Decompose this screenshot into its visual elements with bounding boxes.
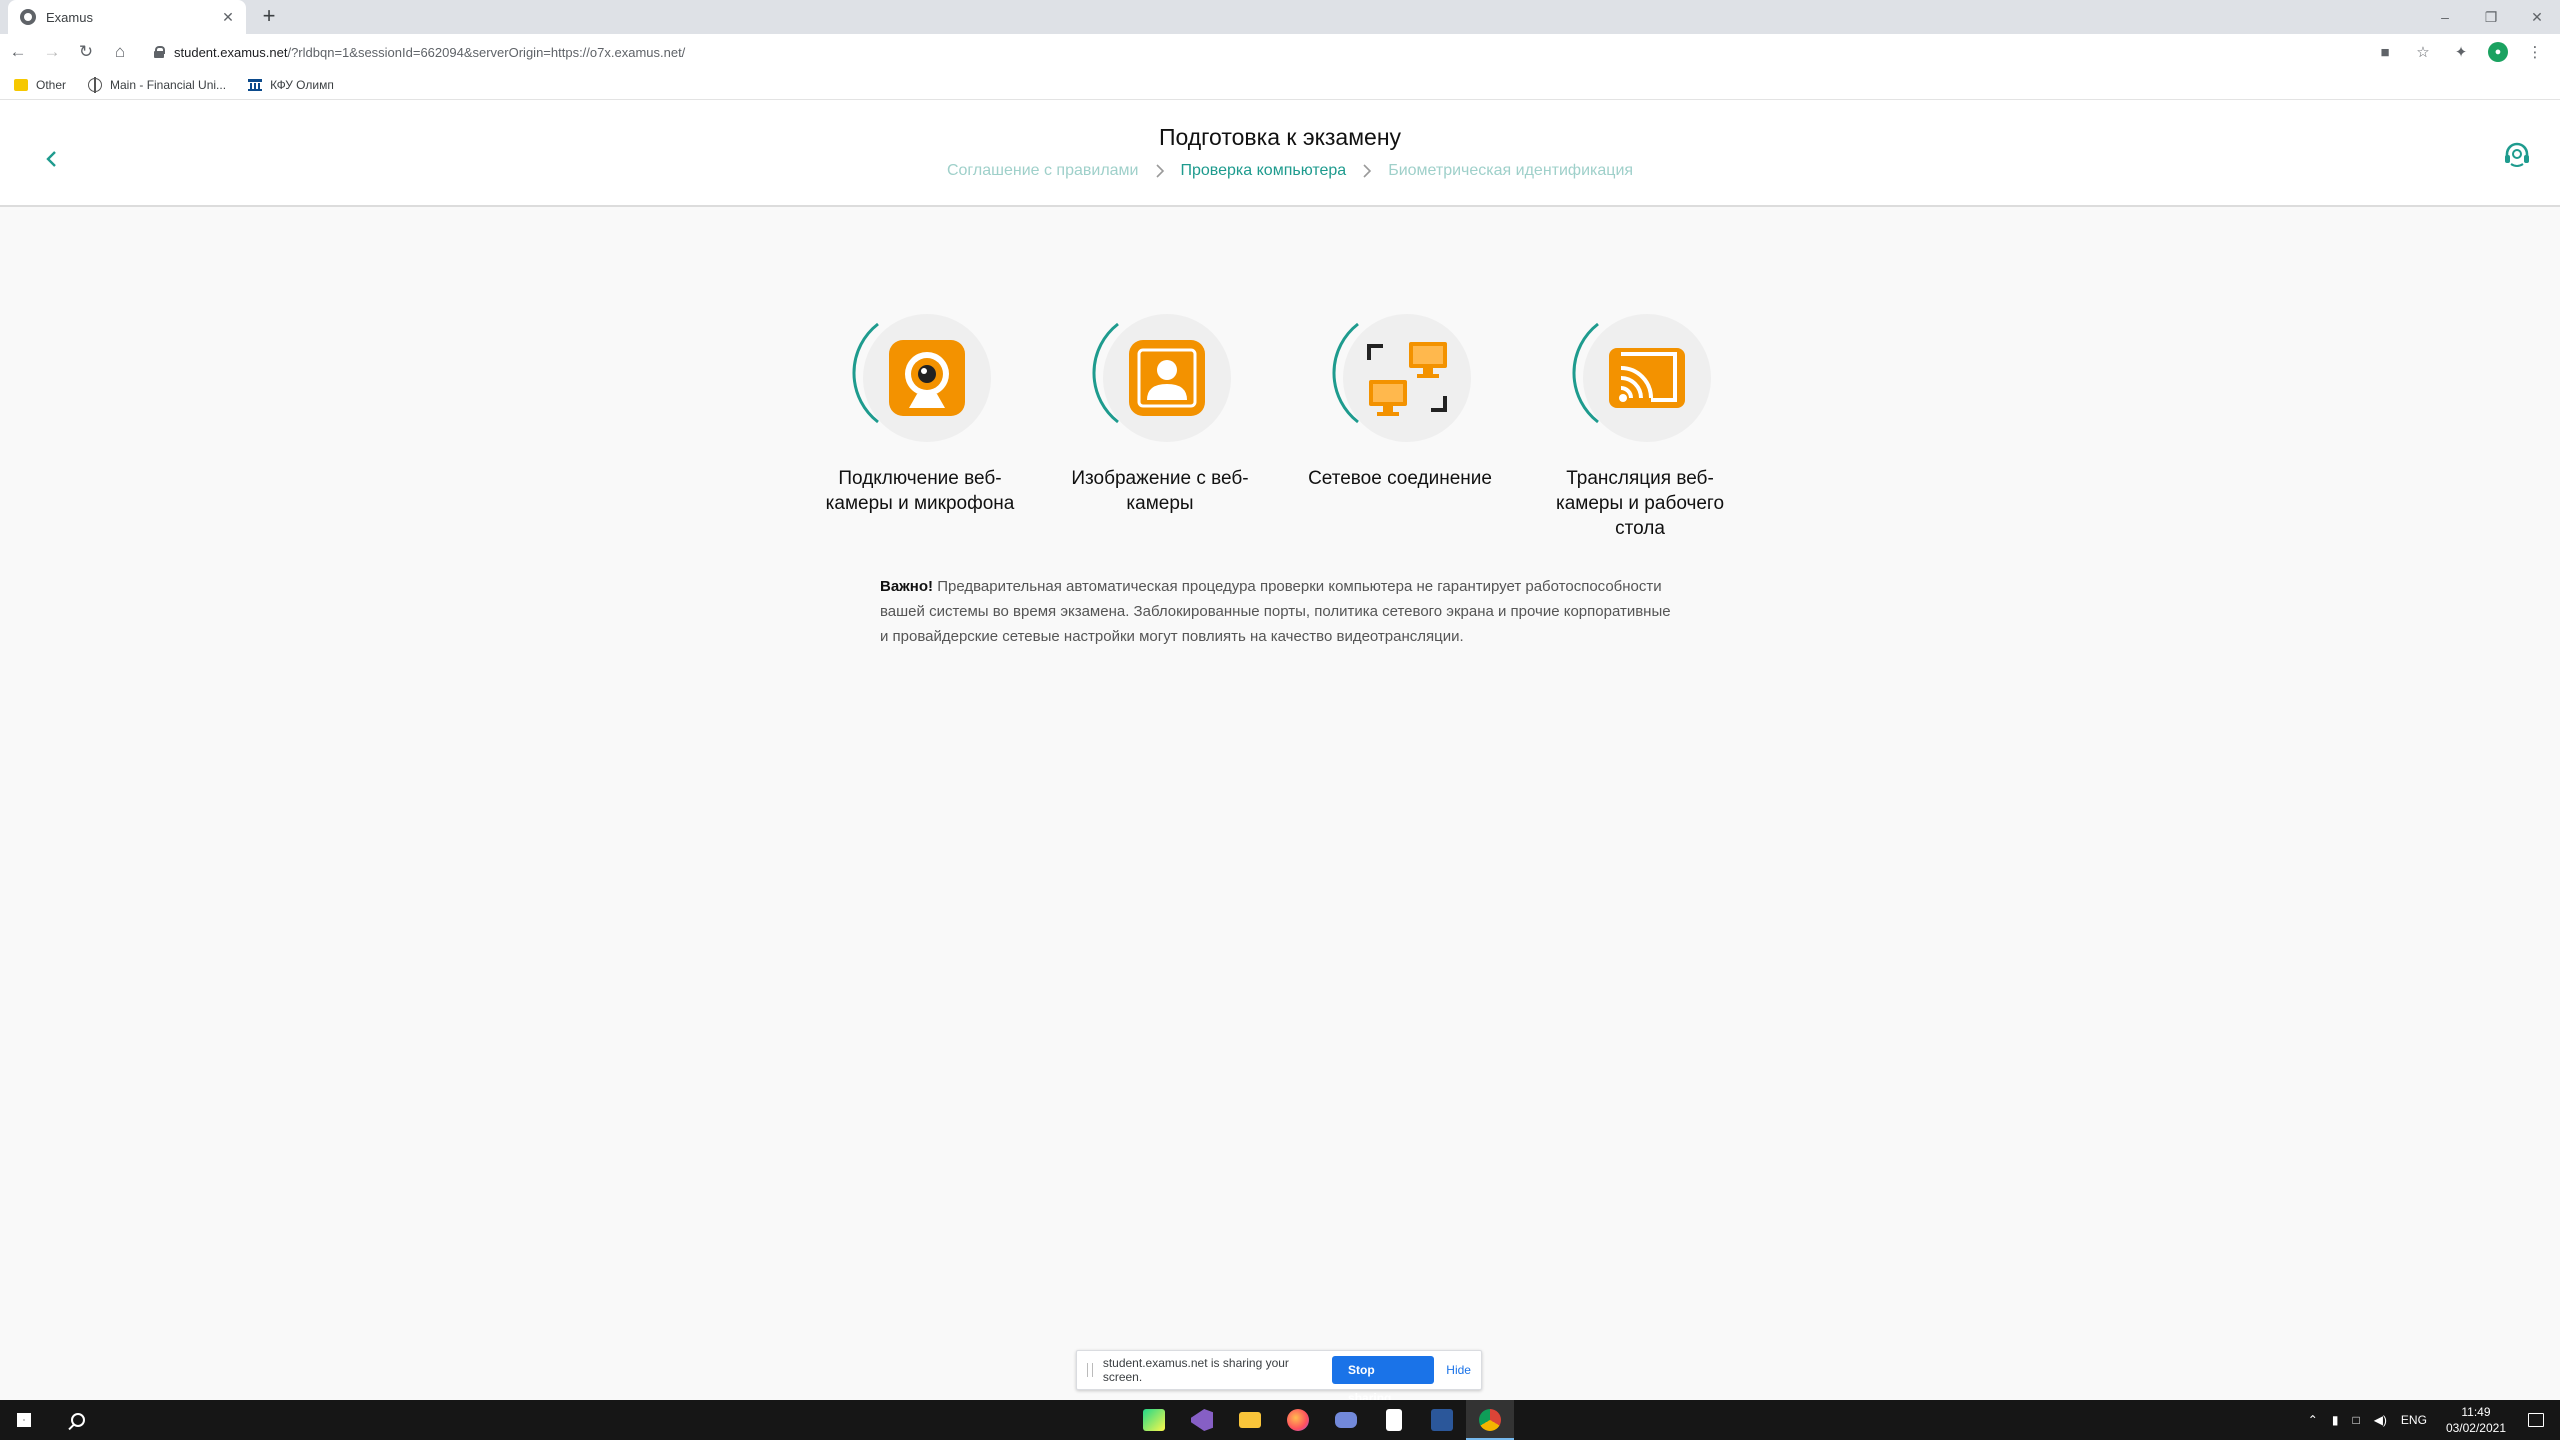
browser-toolbar: ← → ↻ ⌂ student.examus.net/?rldbqn=1&ses… [0,34,2560,70]
document-icon [1386,1409,1402,1431]
home-icon[interactable]: ⌂ [104,36,136,68]
discord-app[interactable] [1322,1400,1370,1440]
microphone-icon[interactable]: ▮ [2332,1413,2339,1427]
building-icon [248,78,263,91]
discord-icon [1335,1412,1357,1428]
step-biometric-id: Биометрическая идентификация [1388,162,1634,179]
computer-check-list: Подключение веб-камеры и микрофона Изобр… [810,312,1740,552]
chrome-icon [1479,1409,1501,1431]
sharing-message: student.examus.net is sharing your scree… [1102,1356,1289,1384]
app-header: Подготовка к экзамену Соглашение с прави… [0,100,2560,207]
page-title: Подготовка к экзамену [1158,124,1402,150]
browser-tab-strip: Examus ✕ + – ❐ ✕ [0,0,2560,34]
back-nav-button[interactable]: ← [2,36,34,68]
check-webcam-microphone: Подключение веб-камеры и микрофона [820,312,1020,516]
check-label: Сетевое соединение [1308,468,1492,489]
reload-icon[interactable]: ↻ [70,36,102,68]
drag-handle-icon[interactable] [1087,1363,1093,1377]
browser-tab[interactable]: Examus ✕ [8,0,246,34]
start-button[interactable] [0,1400,48,1440]
windows-taskbar: ⌃ ▮ □ ◀) ENG 11:49 03/02/2021 [0,1400,2560,1440]
notice-title: Важно! [880,578,934,595]
taskbar-apps [1130,1400,1514,1440]
headset-support-icon[interactable] [2502,140,2532,170]
address-bar[interactable]: student.examus.net/?rldbqn=1&sessionId=6… [146,37,2372,67]
hide-button[interactable]: Hide [1446,1363,1471,1377]
word-app[interactable] [1418,1400,1466,1440]
step-computer-check: Проверка компьютера [1180,162,1347,179]
fu-logo-icon [88,76,103,93]
extensions-icon[interactable]: ✦ [2442,36,2480,68]
step-rules-agreement: Соглашение с правилами [946,162,1139,179]
bookmark-other[interactable]: Other [14,78,66,92]
bookmarks-bar: Other Main - Financial Uni... КФУ Олимп [0,70,2560,100]
notepad-app[interactable] [1370,1400,1418,1440]
screen-sharing-bar: student.examus.net is sharing your scree… [1076,1350,1482,1405]
clock[interactable]: 11:49 03/02/2021 [2446,1404,2506,1436]
check-webcam-desktop-stream: Трансляция веб-камеры и рабочего стола [1540,312,1740,541]
check-webcam-image: Изображение с веб-камеры [1060,312,1260,516]
check-status-indicator [1332,312,1471,448]
folder-icon [1239,1412,1261,1428]
check-label: Трансляция веб-камеры и рабочего стола [1555,468,1725,539]
profile-avatar[interactable]: ● [2488,42,2508,62]
check-status-indicator [1092,312,1231,448]
webcam-icon [889,340,965,416]
check-label: Подключение веб-камеры и микрофона [825,468,1015,514]
close-icon[interactable]: ✕ [220,9,236,26]
chevron-right-icon [1363,164,1372,178]
firefox-icon [1287,1409,1309,1431]
chevron-right-icon [1155,164,1164,178]
camera-in-use-icon[interactable]: ■ [2366,36,2404,68]
breadcrumb: Соглашение с правилами Проверка компьюте… [0,162,2560,180]
minimize-icon[interactable]: – [2422,0,2468,34]
toolbar-actions: ■ ☆ ✦ ● ⋮ [2366,36,2554,68]
tab-title: Examus [46,9,93,25]
notification-icon[interactable] [2528,1413,2544,1427]
network-computers-icon [1367,342,1447,416]
check-status-indicator [852,312,991,448]
visual-studio-icon [1191,1409,1213,1431]
bookmark-financial-uni[interactable]: Main - Financial Uni... [88,76,226,93]
window-controls: – ❐ ✕ [2422,0,2560,34]
lock-icon[interactable] [154,46,165,58]
check-network-connection: Сетевое соединение [1300,312,1500,491]
chrome-app[interactable] [1466,1400,1514,1440]
menu-dots-icon[interactable]: ⋮ [2516,36,2554,68]
firefox-app[interactable] [1274,1400,1322,1440]
person-portrait-icon [1129,340,1205,416]
forward-nav-button[interactable]: → [36,36,68,68]
windows-logo-icon [17,1413,31,1427]
pycharm-icon [1143,1409,1165,1431]
star-icon[interactable]: ☆ [2404,36,2442,68]
cast-icon [1609,348,1685,408]
volume-icon[interactable]: ◀) [2374,1413,2387,1427]
check-status-indicator [1572,312,1711,448]
file-explorer-app[interactable] [1226,1400,1274,1440]
search-button[interactable] [56,1400,100,1440]
visual-studio-app[interactable] [1178,1400,1226,1440]
bookmark-kfu-olymp[interactable]: КФУ Олимп [248,78,334,92]
search-icon [71,1413,85,1427]
network-icon[interactable]: □ [2352,1413,2359,1427]
pycharm-app[interactable] [1130,1400,1178,1440]
important-notice: Важно! Предварительная автоматическая пр… [880,574,1680,649]
folder-icon [14,78,28,91]
url-text[interactable]: student.examus.net/?rldbqn=1&sessionId=6… [174,45,685,60]
system-tray: ⌃ ▮ □ ◀) ENG 11:49 03/02/2021 [2301,1400,2560,1440]
stop-sharing-button[interactable]: Stop sharing [1332,1356,1435,1405]
check-label: Изображение с веб-камеры [1071,468,1249,514]
new-tab-button[interactable]: + [258,5,280,28]
language-indicator[interactable]: ENG [2401,1413,2427,1427]
globe-icon [20,9,36,25]
notice-text: Предварительная автоматическая процедура… [880,578,1671,645]
window-close-icon[interactable]: ✕ [2514,0,2560,34]
restore-icon[interactable]: ❐ [2468,0,2514,34]
word-icon [1431,1409,1453,1431]
chevron-up-icon[interactable]: ⌃ [2308,1413,2318,1427]
